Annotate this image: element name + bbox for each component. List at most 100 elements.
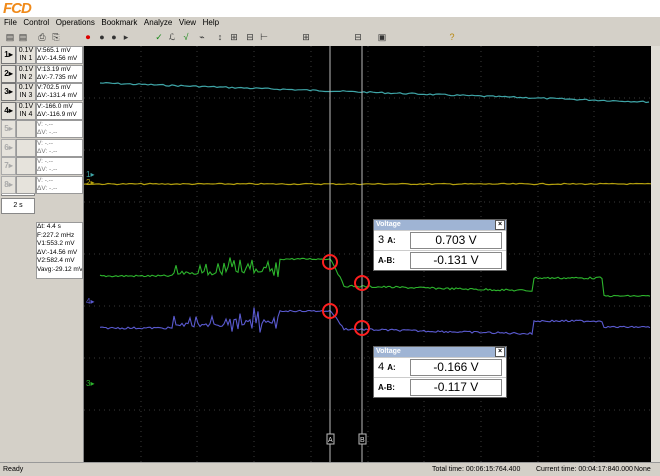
channel-readout-3: V:702.5 mV ΔV:-131.4 mV [36, 83, 83, 101]
zoom-icon[interactable]: ℒ [166, 31, 178, 43]
record-icon[interactable]: ⏺ [82, 31, 94, 43]
popup-row-a: 4 A: -0.166 V [374, 357, 506, 377]
app-logo: FCD [3, 0, 32, 17]
channel-marker-3: 3▸ [86, 379, 94, 388]
channel-range-4[interactable]: 0.1V IN 4 [16, 101, 36, 120]
popup-ab-label: A-B: [378, 256, 395, 265]
status-current-time: Current time: 00:04:17:840.000 [536, 466, 633, 473]
channel-range-5[interactable] [16, 120, 36, 138]
channel-readout-4: V:-166.0 mV ΔV:-116.9 mV [36, 101, 83, 120]
menu-analyze[interactable]: Analyze [144, 17, 172, 29]
trace-channel-4 [99, 307, 651, 336]
settings-icon[interactable]: ⊞ [300, 31, 312, 43]
menu-bookmark[interactable]: Bookmark [101, 17, 137, 29]
delta-voltage-readout: ΔV: -.-- [37, 184, 58, 192]
menu-help[interactable]: Help [203, 17, 219, 29]
oscilloscope-plot[interactable]: 1▸ 2▸ 4▸ 3▸ A B [83, 46, 652, 462]
trace-channel-2 [83, 182, 652, 186]
copy-icon[interactable]: ⎘ [50, 31, 62, 43]
status-mode: None [634, 466, 651, 473]
channel-range-2[interactable]: 0.1V IN 2 [16, 64, 36, 83]
cursor-icon[interactable]: √ [180, 31, 192, 43]
delta-v: ΔV:-14.56 mV [37, 248, 78, 256]
popup-a-label: A: [387, 363, 396, 372]
save-icon[interactable]: ▤ [17, 31, 29, 43]
popup-a-label: A: [387, 236, 396, 245]
vertical-scrollbar[interactable] [651, 46, 660, 462]
channel-button-8[interactable]: 8▸ [1, 175, 16, 194]
channel-button-4[interactable]: 4▸ [1, 101, 16, 120]
status-ready: Ready [3, 466, 24, 473]
channel-range-7[interactable] [16, 157, 36, 175]
step-icon[interactable]: ▸ [120, 31, 132, 43]
input-label: IN 1 [19, 55, 33, 62]
channel-range-6[interactable] [16, 138, 36, 157]
range-value: 0.1V [18, 102, 34, 110]
popup-a-value: 0.703 V [410, 232, 502, 249]
cursor-measurements: Δt: 4.4 s F:227.2 mHz V1:553.2 mV ΔV:-14… [36, 222, 83, 279]
timebase-field[interactable]: 2 s [1, 198, 35, 214]
waveform-icon[interactable]: ⌁ [196, 31, 208, 43]
export-icon[interactable]: ⊟ [352, 31, 364, 43]
channel-readout-5: V: -.-- ΔV: -.-- [36, 120, 83, 138]
marker-icon[interactable]: ⊟ [244, 31, 256, 43]
channel-button-2[interactable]: 2▸ [1, 64, 16, 83]
voltage-readout: V: -.-- [37, 176, 54, 184]
v2-value: V2:582.4 mV [37, 257, 75, 265]
popup-row-ab: A-B: -0.117 V [374, 377, 506, 397]
channel-button-7[interactable]: 7▸ [1, 157, 16, 175]
channel-button-6[interactable]: 6▸ [1, 138, 16, 157]
print-icon[interactable]: ⎙ [36, 31, 48, 43]
range-value: 0.1V [18, 47, 34, 54]
input-label: IN 3 [19, 92, 33, 99]
popup-channel: 4 [378, 361, 385, 373]
popup-row-a: 3 A: 0.703 V [374, 230, 506, 250]
delta-voltage-readout: ΔV: -.-- [37, 166, 58, 173]
channel-range-3[interactable]: 0.1V IN 3 [16, 83, 36, 101]
input-label: IN 2 [19, 73, 33, 81]
measure-icon[interactable]: ⊢ [258, 31, 270, 43]
voltage-readout: V:13.19 mV [37, 65, 71, 73]
grid-icon[interactable]: ⊞ [228, 31, 240, 43]
menu-file[interactable]: File [4, 17, 17, 29]
menu-operations[interactable]: Operations [56, 17, 95, 29]
voltage-popup-ch3[interactable]: Voltage × 3 A: 0.703 V A-B: -0.131 V [373, 219, 507, 271]
delta-voltage-readout: ΔV:-7.735 mV [37, 73, 78, 81]
menu-bar: File Control Operations Bookmark Analyze… [0, 17, 660, 29]
popup-channel: 3 [378, 234, 385, 246]
v1-value: V1:553.2 mV [37, 240, 75, 248]
open-icon[interactable]: ▤ [4, 31, 16, 43]
channel-button-3[interactable]: 3▸ [1, 83, 16, 101]
pause-icon[interactable]: ● [108, 31, 120, 43]
channel-range-1[interactable]: 0.1V IN 1 [16, 46, 36, 64]
vavg-value: Vavg:-29.12 mV [37, 265, 83, 273]
popup-ab-value: -0.131 V [410, 252, 502, 269]
channel-button-1[interactable]: 1▸ [1, 46, 16, 64]
stop-icon[interactable]: ● [96, 31, 108, 43]
delta-voltage-readout: ΔV:-131.4 mV [37, 92, 78, 99]
help-icon[interactable]: ? [446, 31, 458, 43]
channel-readout-7: V: -.-- ΔV: -.-- [36, 157, 83, 175]
close-icon[interactable]: × [495, 347, 505, 357]
math-icon[interactable]: ↕ [214, 31, 226, 43]
cursor-a-label: A [328, 437, 333, 444]
screen-icon[interactable]: ▣ [376, 31, 388, 43]
check-icon[interactable]: ✓ [153, 31, 165, 43]
channel-range-8[interactable] [16, 175, 36, 194]
popup-a-value: -0.166 V [410, 359, 502, 376]
channel-button-5[interactable]: 5▸ [1, 120, 16, 138]
voltage-popup-ch4[interactable]: Voltage × 4 A: -0.166 V A-B: -0.117 V [373, 346, 507, 398]
status-bar: Ready Total time: 00:06:15:764.400 Curre… [0, 462, 660, 476]
delta-time: Δt: 4.4 s [37, 223, 61, 230]
popup-title: Voltage × [374, 347, 506, 357]
popup-title: Voltage × [374, 220, 506, 230]
close-icon[interactable]: × [495, 220, 505, 230]
menu-view[interactable]: View [179, 17, 196, 29]
menu-control[interactable]: Control [23, 17, 49, 29]
channel-readout-8: V: -.-- ΔV: -.-- [36, 175, 83, 194]
waveform-canvas[interactable]: 1▸2▸4▸3▸A B [83, 46, 652, 462]
channel-marker-4: 4▸ [86, 297, 94, 306]
status-total-time: Total time: 00:06:15:764.400 [432, 466, 521, 473]
channel-readout-6: V: -.-- ΔV: -.-- [36, 138, 83, 157]
delta-voltage-readout: ΔV:-116.9 mV [37, 110, 77, 118]
